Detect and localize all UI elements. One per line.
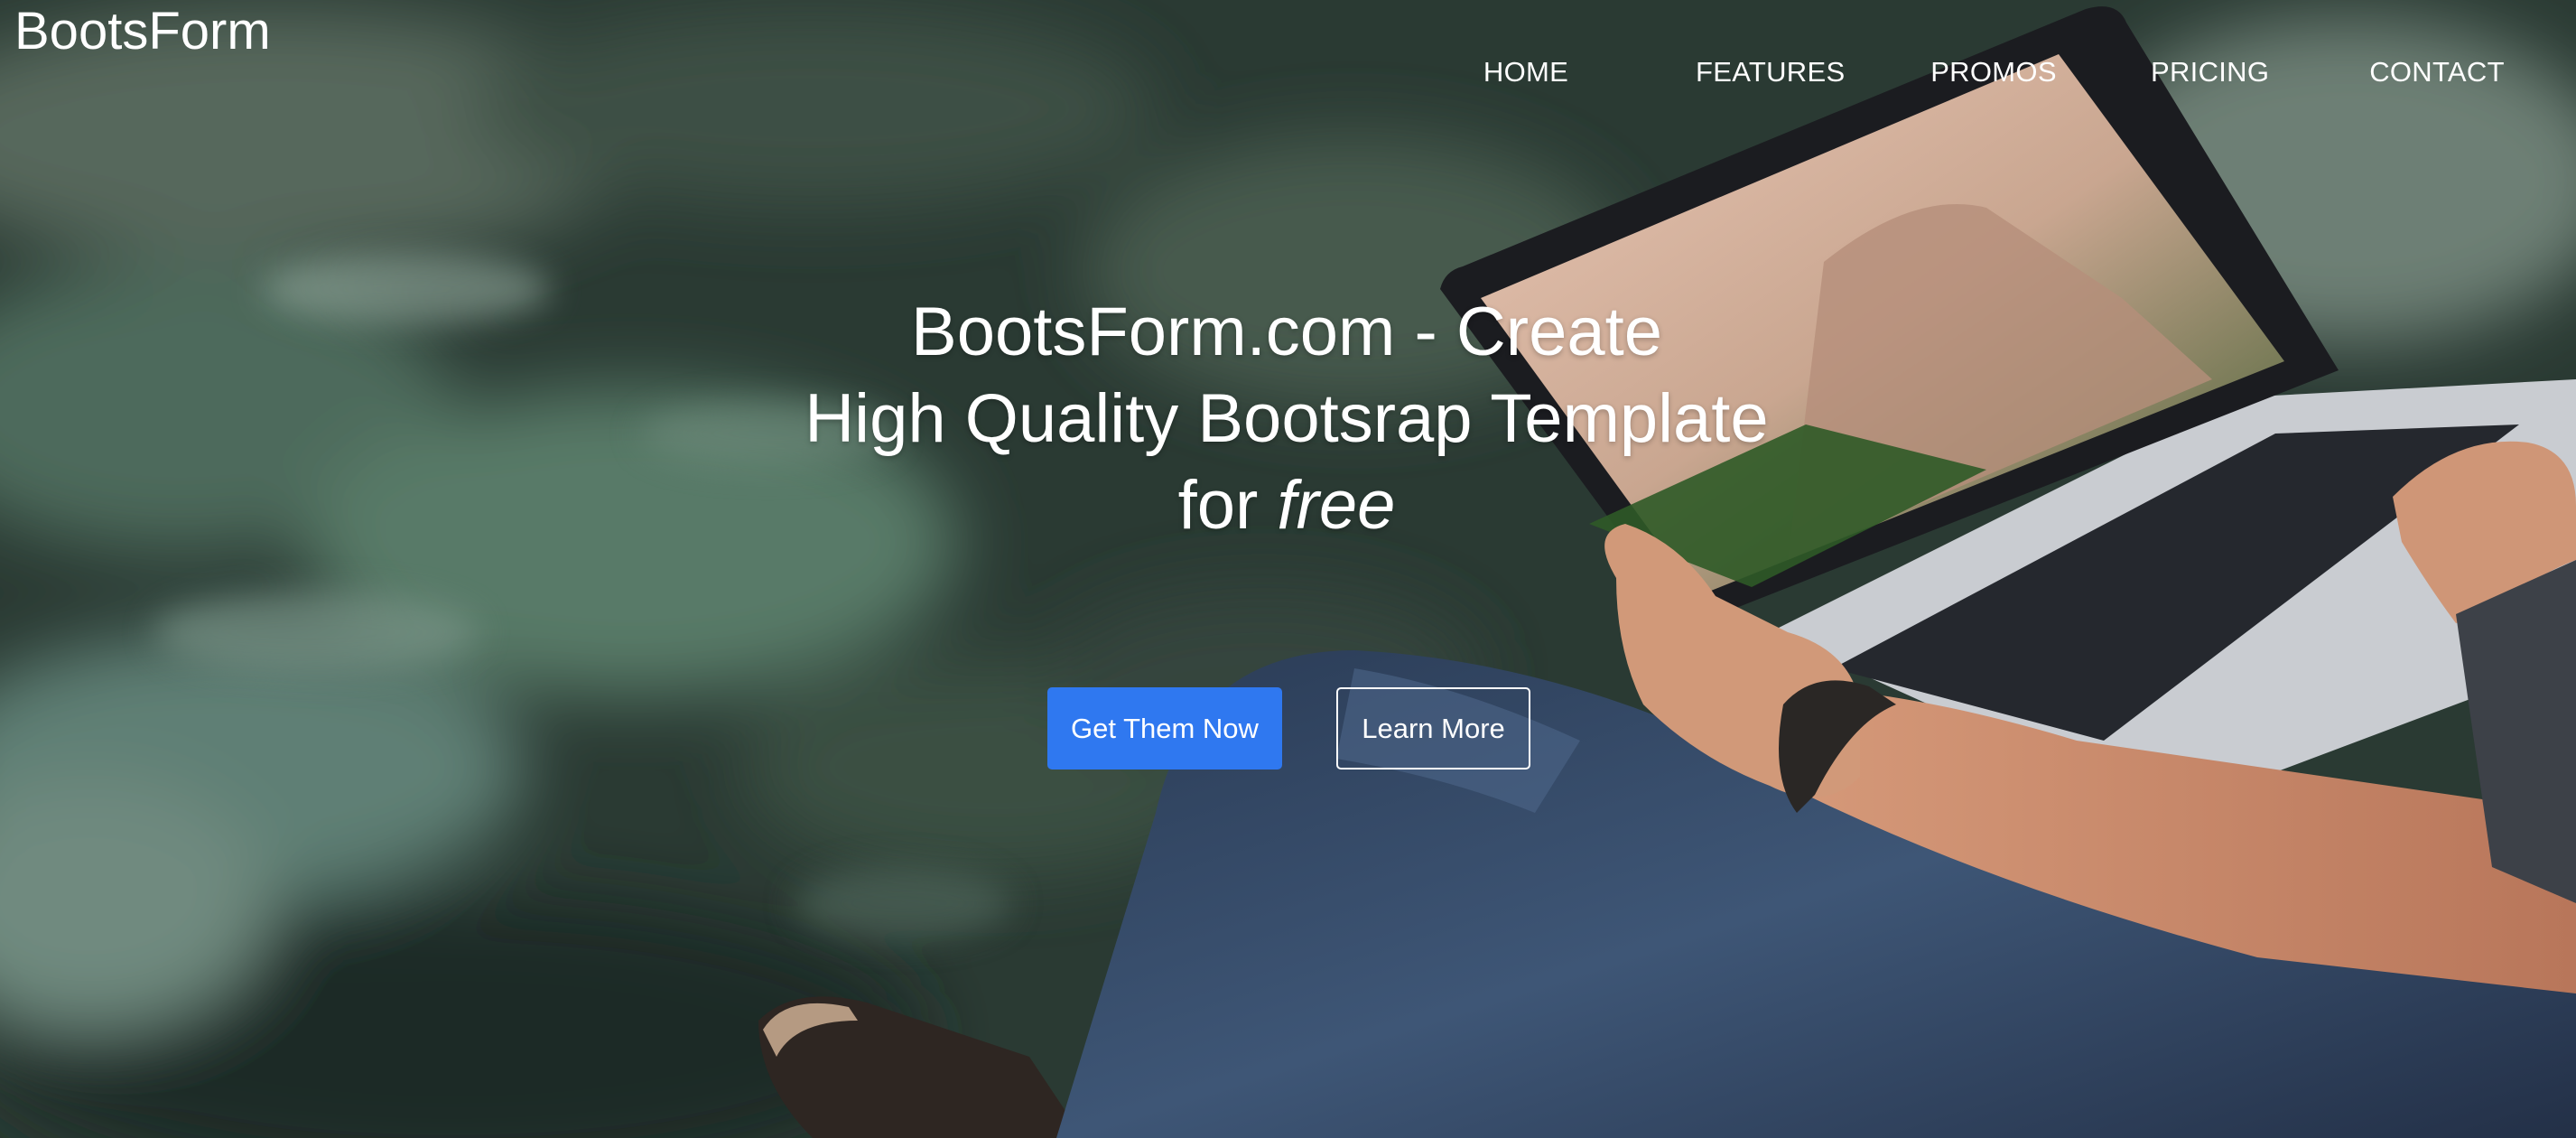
- nav-link-features[interactable]: FEATURES: [1696, 50, 1845, 95]
- hero-section: BootsForm HOME FEATURES PROMOS PRICING C…: [0, 0, 2576, 1138]
- headline-line-1: BootsForm.com - Create: [911, 294, 1662, 370]
- headline-line-3: for free: [655, 462, 1919, 549]
- headline-line-2: High Quality Bootsrap Template: [804, 380, 1769, 457]
- nav-link-contact[interactable]: CONTACT: [2369, 50, 2505, 95]
- nav-link-home[interactable]: HOME: [1481, 50, 1571, 95]
- get-them-now-button[interactable]: Get Them Now: [1047, 687, 1282, 770]
- hero-headline: BootsForm.com - Create High Quality Boot…: [655, 289, 1919, 549]
- navbar: BootsForm HOME FEATURES PROMOS PRICING C…: [0, 0, 2576, 117]
- brand-logo[interactable]: BootsForm: [14, 0, 271, 63]
- learn-more-button[interactable]: Learn More: [1336, 687, 1530, 770]
- nav-links: HOME FEATURES PROMOS PRICING CONTACT: [1481, 50, 2505, 95]
- hero-background-image: [0, 0, 2576, 1138]
- nav-link-promos[interactable]: PROMOS: [1930, 50, 2057, 95]
- headline-line-3-prefix: for: [1177, 467, 1278, 544]
- headline-emphasis: free: [1277, 467, 1396, 544]
- nav-link-pricing[interactable]: PRICING: [2151, 50, 2269, 95]
